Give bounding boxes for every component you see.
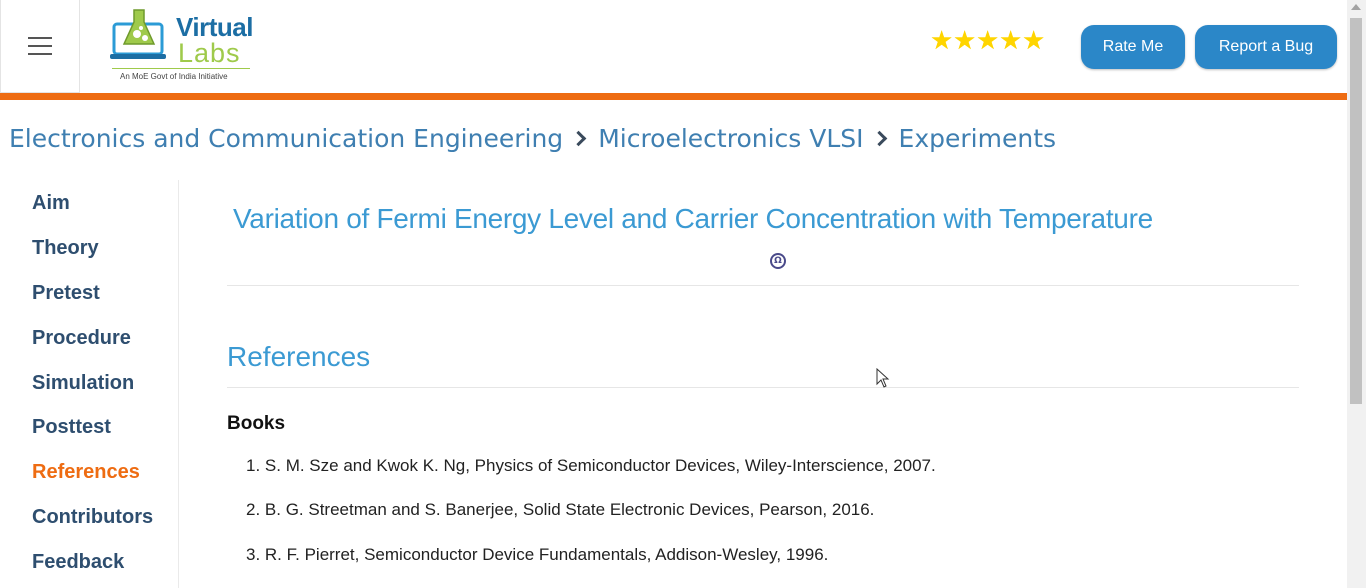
breadcrumb: Electronics and Communication Engineerin… [9,120,1056,156]
report-bug-button[interactable]: Report a Bug [1195,25,1337,69]
sidebar-item-pretest[interactable]: Pretest [32,282,100,305]
sidebar-item-references[interactable]: References [32,461,140,484]
reference-item: 1. S. M. Sze and Kwok K. Ng, Physics of … [246,456,936,475]
sidebar-item-simulation[interactable]: Simulation [32,372,134,395]
logo-text-labs: Labs [178,38,241,68]
sidebar-item-aim[interactable]: Aim [32,192,70,215]
reference-item: 3. R. F. Pierret, Semiconductor Device F… [246,545,829,564]
sidebar-item-posttest[interactable]: Posttest [32,416,111,439]
star-icon[interactable]: ★ [999,28,1022,54]
breadcrumb-item-discipline[interactable]: Electronics and Communication Engineerin… [9,124,563,153]
star-icon[interactable]: ★ [976,28,999,54]
breadcrumb-item-lab[interactable]: Microelectronics VLSI [598,124,863,153]
reference-text: R. F. Pierret, Semiconductor Device Fund… [264,545,829,564]
star-icon[interactable]: ★ [1022,28,1045,54]
star-icon[interactable]: ★ [930,28,953,54]
page-scrollbar[interactable] [1347,0,1366,588]
flask-laptop-icon [110,9,166,59]
header-accent-bar [0,93,1347,100]
books-heading: Books [227,413,286,434]
sidebar-item-feedback[interactable]: Feedback [32,551,124,574]
reference-text: S. M. Sze and Kwok K. Ng, Physics of Sem… [264,456,936,475]
rating-stars[interactable]: ★ ★ ★ ★ ★ [930,28,1045,58]
scroll-thumb[interactable] [1350,18,1362,404]
logo-tagline: An MoE Govt of India Initiative [120,72,228,81]
divider [227,387,1299,388]
mouse-cursor-icon [876,368,890,388]
section-title: References [227,341,371,372]
sidebar-item-theory[interactable]: Theory [32,237,99,260]
chevron-right-icon [570,130,587,146]
sidebar-nav: Aim Theory Pretest Procedure Simulation … [0,180,179,588]
virtual-labs-logo[interactable]: Virtual Labs An MoE Govt of India Initia… [108,6,253,86]
scroll-up-arrow-icon[interactable] [1351,4,1361,10]
breadcrumb-item-experiments[interactable]: Experiments [899,124,1056,153]
reference-item: 2. B. G. Streetman and S. Banerjee, Soli… [246,500,875,519]
star-icon[interactable]: ★ [953,28,976,54]
header: Virtual Labs An MoE Govt of India Initia… [0,0,1347,93]
rate-me-button[interactable]: Rate Me [1081,25,1185,69]
divider [227,285,1299,286]
hamburger-menu-icon[interactable] [0,0,80,93]
experiment-title: Variation of Fermi Energy Level and Carr… [233,203,1153,234]
sidebar-item-procedure[interactable]: Procedure [32,327,131,350]
page: Virtual Labs An MoE Govt of India Initia… [0,0,1366,588]
chevron-right-icon [871,130,887,146]
reference-text: B. G. Streetman and S. Banerjee, Solid S… [264,500,875,519]
institute-logo-icon: Ω [770,253,786,269]
sidebar-item-contributors[interactable]: Contributors [32,506,153,529]
logo-divider [112,68,250,69]
